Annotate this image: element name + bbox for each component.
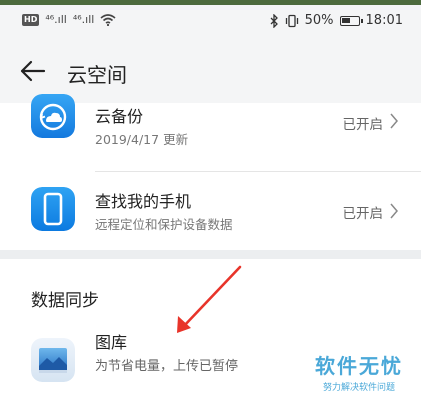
arrow-left-icon[interactable]: [18, 59, 46, 83]
wifi-icon: [100, 13, 116, 26]
chevron-right-icon: [390, 113, 398, 129]
gallery-icon: [31, 338, 75, 382]
gallery-subtitle: 为节省电量，上传已暂停: [95, 359, 239, 374]
vibrate-icon: [285, 14, 298, 27]
gallery-title: 图库: [95, 333, 128, 352]
find-phone-icon: [31, 187, 75, 231]
clock: 18:01: [365, 13, 403, 28]
status-bar: HD ⁴⁶.ıll ⁴⁶.ıll 50% 18:01: [0, 5, 421, 39]
cloud-backup-title: 云备份: [95, 107, 144, 126]
find-phone-row[interactable]: 查找我的手机 远程定位和保护设备数据 已开启: [0, 174, 421, 246]
page-title: 云空间: [67, 63, 127, 87]
find-phone-status: 已开启: [342, 206, 384, 222]
watermark: 软件无忧 努力解决软件问题: [315, 350, 403, 393]
cloud-backup-icon: [31, 94, 75, 138]
cloud-backup-status: 已开启: [342, 117, 384, 133]
battery-icon: [339, 15, 363, 26]
watermark-sub: 努力解决软件问题: [322, 383, 395, 393]
cloud-backup-row[interactable]: 云备份 2019/4/17 更新 已开启: [0, 94, 421, 172]
find-phone-subtitle: 远程定位和保护设备数据: [95, 217, 233, 232]
hd-icon: HD: [22, 13, 40, 26]
cloud-backup-subtitle: 2019/4/17 更新: [95, 132, 189, 147]
signal-icon: ⁴⁶.ıll: [45, 13, 67, 26]
bluetooth-icon: [270, 13, 278, 28]
watermark-main: 软件无忧: [315, 354, 403, 378]
status-right: 50% 18:01: [270, 13, 403, 28]
battery-percent: 50%: [304, 13, 334, 28]
section-title-data-sync: 数据同步: [31, 291, 99, 311]
services-card: 云备份 2019/4/17 更新 已开启 查找我的手机 远程定位和保护设备数据 …: [0, 94, 421, 250]
divider: [95, 171, 421, 172]
signal-icon: ⁴⁶.ıll: [72, 13, 95, 26]
chevron-right-icon: [390, 203, 398, 219]
find-phone-title: 查找我的手机: [95, 192, 192, 211]
status-left: HD ⁴⁶.ıll ⁴⁶.ıll: [22, 13, 116, 26]
